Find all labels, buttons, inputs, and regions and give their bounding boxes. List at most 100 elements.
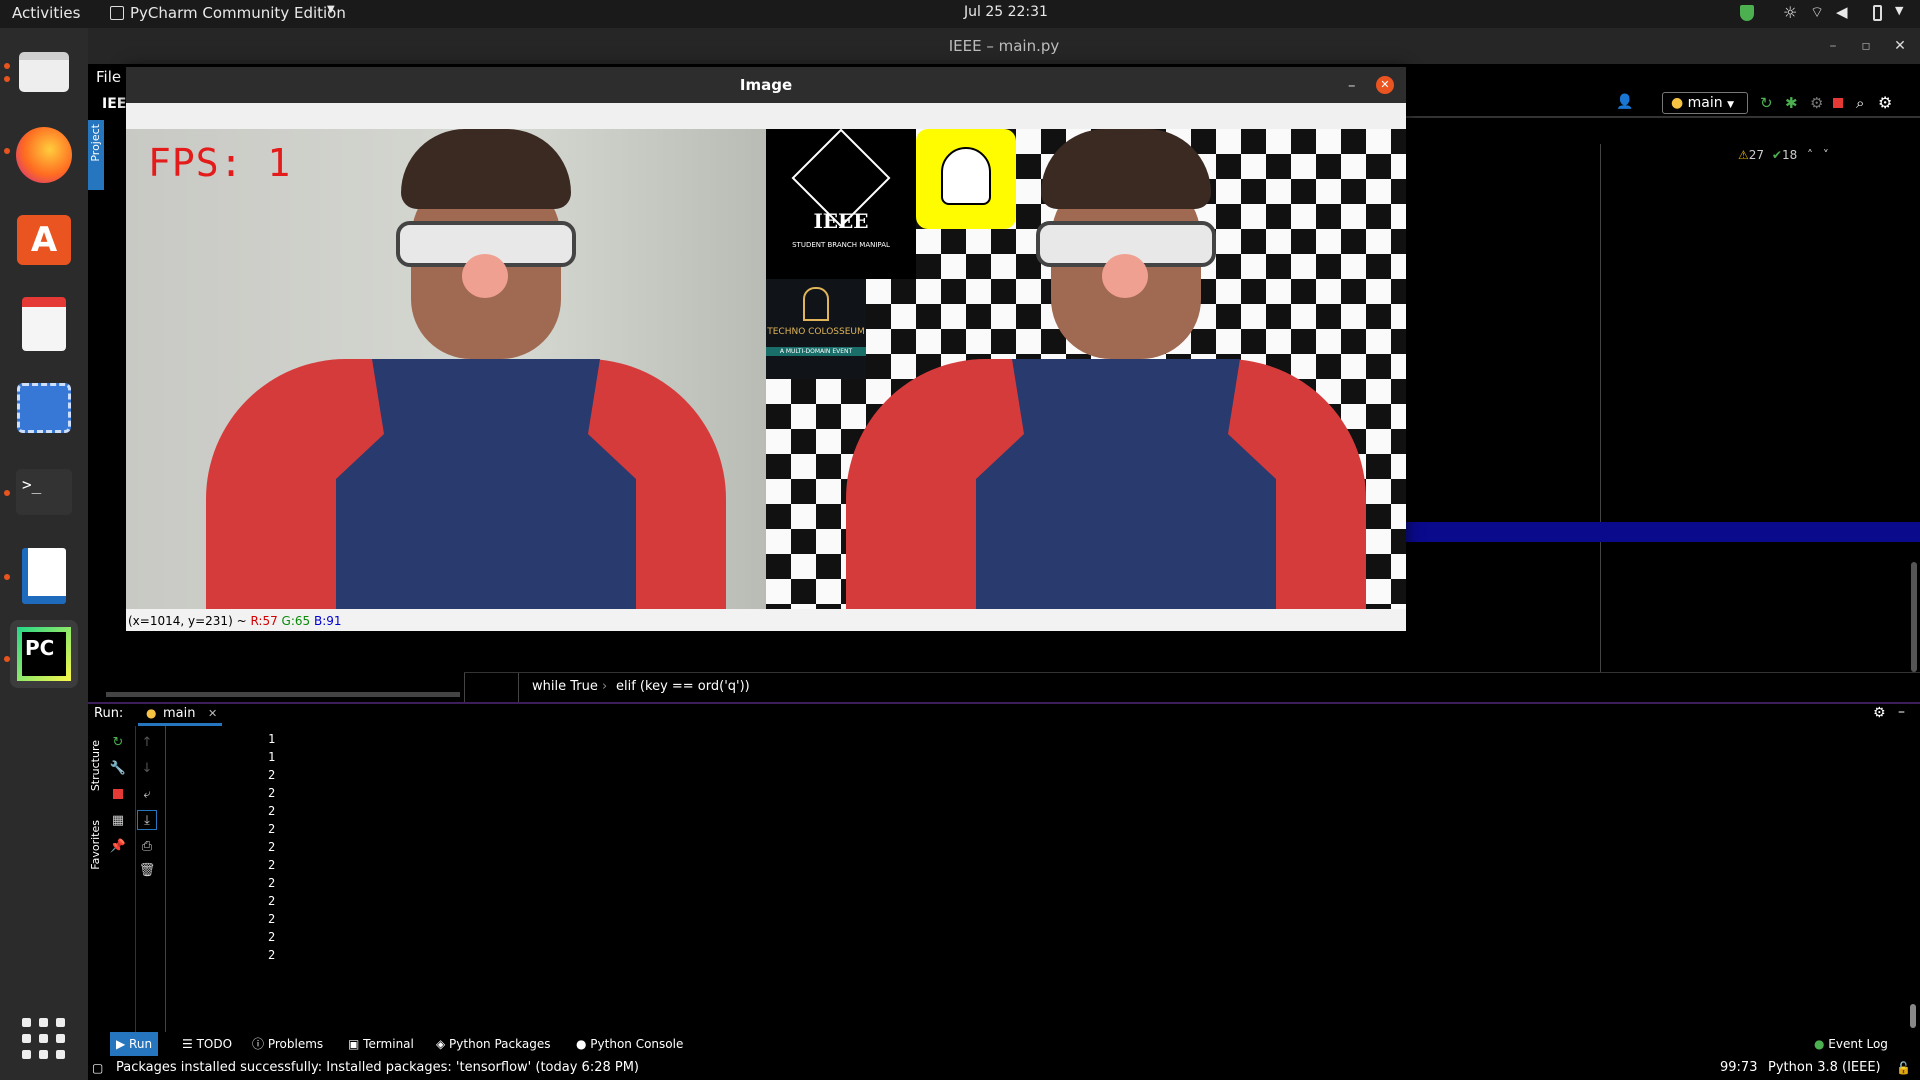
console-scrollbar[interactable] [1910,1004,1916,1028]
user-icon[interactable]: 👤 [1616,94,1633,110]
wrench-icon[interactable]: 🔧 [108,758,128,778]
print-icon[interactable]: ⎙ [137,836,157,856]
breadcrumb-elif[interactable]: elif (key == ord('q')) [616,679,750,694]
chevron-down-icon[interactable]: ▼ [1895,4,1903,17]
cursor-position[interactable]: 99:73 [1720,1056,1757,1080]
tab-terminal[interactable]: ▣ Terminal [342,1032,420,1056]
shield-icon[interactable] [1740,5,1754,21]
structure-tab-label[interactable]: Structure [89,740,102,791]
software-store-icon[interactable]: A [10,206,78,274]
settings-icon[interactable]: ⚙ [1878,93,1892,112]
scroll-to-end-icon[interactable]: ⤓ [137,810,157,830]
console-output[interactable]: 1 1 2 2 2 2 2 2 2 2 2 2 2 [168,726,1920,1032]
volume-icon[interactable]: ◀ [1836,3,1848,21]
tab-problems[interactable]: ⓘ Problems [246,1032,329,1056]
brightness-icon[interactable]: ☼ [1783,3,1797,22]
terminal-icon[interactable]: >_ [10,458,78,526]
maximize-icon[interactable]: ▫ [1851,28,1881,64]
snapchat-logo [916,129,1016,229]
console-line: 2 [268,786,276,800]
screenshot-icon[interactable] [10,374,78,442]
nose-filter [1102,254,1148,298]
close-icon[interactable]: ✕ [1376,76,1394,94]
editor-scrollbar[interactable] [1911,562,1917,672]
rerun-icon[interactable]: ↻ [1760,94,1773,112]
tab-todo[interactable]: ☰ TODO [176,1032,238,1056]
console-line: 2 [268,894,276,908]
image-window-title: Image [739,76,793,94]
trash-icon[interactable]: 🗑 [137,860,157,880]
nose-filter [462,254,508,298]
image-window[interactable]: Image – ✕ IEEE STUDENT BRANCH MANIPAL TE… [126,67,1406,631]
clock[interactable]: Jul 25 22:31 [964,4,1048,20]
ieee-logo-subtitle: STUDENT BRANCH MANIPAL [792,241,890,249]
firefox-icon[interactable] [10,121,78,189]
show-apps-icon[interactable] [22,1018,66,1062]
camera-frame[interactable]: IEEE STUDENT BRANCH MANIPAL TECHNO COLOS… [126,129,1406,609]
writer-icon[interactable] [10,542,78,610]
python-icon: ● [146,706,157,720]
debug-icon[interactable]: ✱ [1785,94,1798,112]
tab-event-log[interactable]: ● Event Log [1808,1032,1894,1056]
run-tab-main[interactable]: ● main ✕ [138,704,222,726]
stop-icon[interactable] [108,784,128,804]
app-menu-button[interactable]: PyCharm Community Edition [130,4,346,22]
lock-icon[interactable]: 🔓 [1896,1056,1911,1080]
tab-python-packages[interactable]: ◈ Python Packages [430,1032,556,1056]
stop-icon[interactable] [1833,98,1843,108]
minimize-panel-icon[interactable]: – [1898,704,1905,720]
console-line: 2 [268,876,276,890]
pin-icon[interactable]: 📌 [108,836,128,856]
files-icon[interactable] [10,38,78,106]
rerun-icon[interactable]: ↻ [108,732,128,752]
image-window-title-bar: Image – ✕ [126,67,1406,103]
interpreter-selector[interactable]: Python 3.8 (IEEE) [1768,1056,1881,1080]
check-icon: ✔ [1771,148,1782,162]
warnings-count: 27 [1748,148,1765,162]
close-icon[interactable]: ✕ [1885,28,1915,64]
arrow-down-icon[interactable]: ↓ [137,758,157,778]
layout-icon[interactable]: ▦ [108,810,128,830]
list-icon: ☰ [182,1037,197,1051]
status-toggle-icon[interactable]: ▢ [92,1056,103,1080]
inspection-widget[interactable]: ⚠27 ✔18 ˄ ˅ [1738,148,1829,162]
project-scrollbar[interactable] [106,692,460,697]
run-tab-label: main [163,706,196,721]
chevron-up-icon[interactable]: ˄ [1807,148,1813,162]
project-breadcrumb[interactable]: IEE [102,96,126,112]
pixel-r: R:57 [250,614,278,628]
arrow-up-icon[interactable]: ↑ [137,732,157,752]
techno-colosseum-logo: TECHNO COLOSSEUM A MULTI-DOMAIN EVENT [766,279,866,379]
window-title-bar: IEEE – main.py – ▫ ✕ [88,28,1920,64]
menu-file[interactable]: File [96,68,121,86]
terminal-icon: ▣ [348,1037,364,1051]
minimize-icon[interactable]: – [1348,67,1356,103]
project-tool-tab[interactable]: Project [88,120,104,190]
battery-icon[interactable] [1873,5,1882,21]
tab-run[interactable]: ▶ Run [110,1032,159,1056]
techno-logo-text: TECHNO COLOSSEUM [767,327,865,337]
breadcrumb-while[interactable]: while True [532,679,598,694]
apron [336,359,636,609]
settings-icon[interactable]: ⚙ [1873,705,1886,721]
status-message[interactable]: Packages installed successfully: Install… [116,1056,639,1080]
search-icon[interactable]: ⌕ [1856,94,1864,112]
close-icon[interactable]: ✕ [208,707,217,720]
soft-wrap-icon[interactable]: ⤶ [137,784,157,804]
apron [976,359,1276,609]
pycharm-icon[interactable]: PC [10,620,78,688]
dock: A >_ PC [0,28,88,1080]
coverage-icon[interactable]: ⚙ [1810,94,1823,112]
wifi-icon[interactable]: ⌔ [1810,3,1824,22]
console-line: 2 [268,930,276,944]
pixel-info-bar: (x=1014, y=231) ~ R:57 G:65 B:91 [126,612,1406,631]
document-viewer-icon[interactable] [10,290,78,358]
run-config-select[interactable]: ● main ▼ [1662,92,1748,114]
status-bar: ▢ Packages installed successfully: Insta… [88,1056,1920,1080]
tab-python-console[interactable]: ● Python Console [570,1032,689,1056]
minimize-icon[interactable]: – [1818,28,1848,64]
favorites-tab-label[interactable]: Favorites [89,820,102,870]
chevron-down-icon[interactable]: ˅ [1823,148,1829,162]
console-line: 2 [268,768,276,782]
activities-button[interactable]: Activities [12,4,80,22]
